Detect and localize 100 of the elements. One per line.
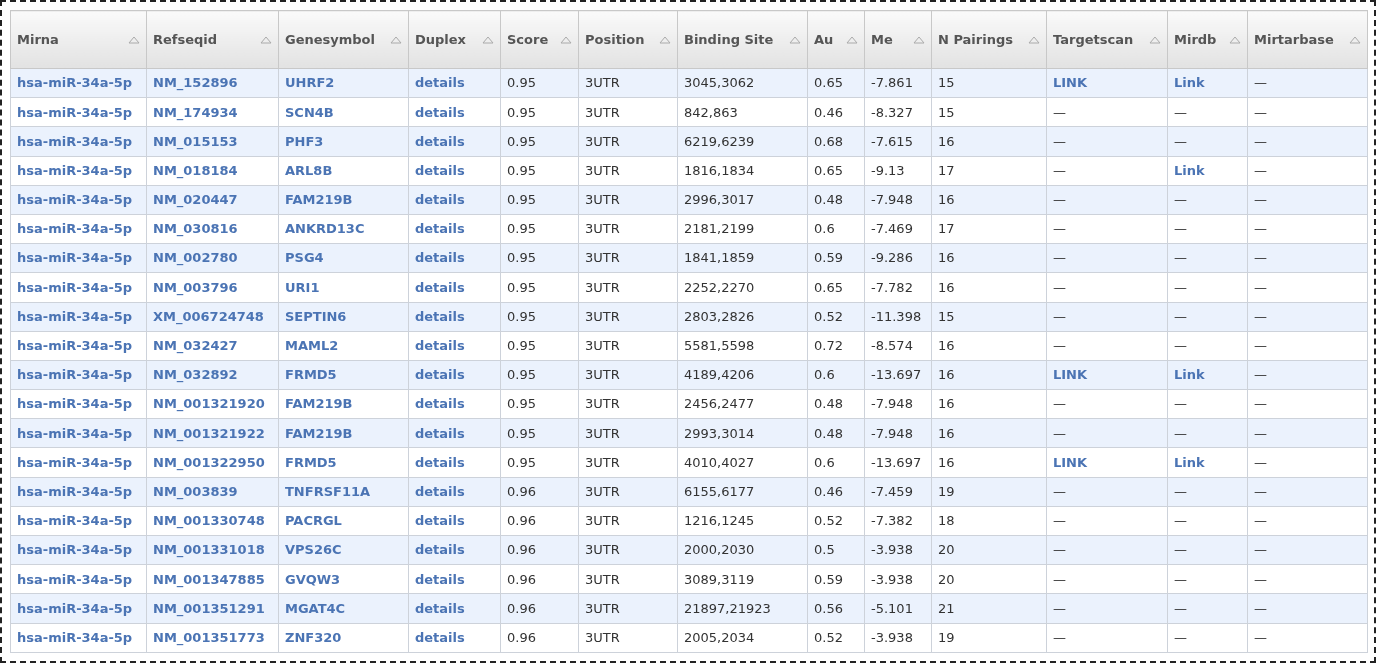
table-cell: 2803,2826 bbox=[684, 308, 755, 324]
table-cell: 20 bbox=[938, 571, 955, 587]
sort-icon[interactable] bbox=[846, 35, 858, 44]
column-header[interactable]: Duplex bbox=[415, 29, 466, 50]
table-cell: 0.6 bbox=[814, 367, 835, 383]
table-cell: 0.48 bbox=[814, 396, 843, 412]
table-cell: — bbox=[1174, 483, 1187, 499]
table-cell: 0.96 bbox=[507, 542, 536, 558]
table-cell: — bbox=[1254, 629, 1267, 645]
column-header[interactable]: Au bbox=[814, 29, 834, 50]
table-link[interactable]: URI1 bbox=[285, 279, 320, 295]
table-cell: — bbox=[1053, 513, 1066, 529]
table-cell: 0.95 bbox=[507, 250, 536, 266]
table-cell: 0.95 bbox=[507, 396, 536, 412]
table-cell: 3UTR bbox=[585, 308, 620, 324]
table-cell: 0.96 bbox=[507, 483, 536, 499]
table-cell: — bbox=[1254, 308, 1267, 324]
table-cell: 3UTR bbox=[585, 396, 620, 412]
table-cell: — bbox=[1053, 542, 1066, 558]
table-link[interactable]: PHF3 bbox=[285, 133, 324, 149]
table-cell: -8.574 bbox=[871, 338, 913, 354]
table-cell: 5581,5598 bbox=[684, 338, 755, 354]
sort-icon[interactable] bbox=[659, 35, 671, 44]
column-header[interactable]: Mirna bbox=[17, 29, 59, 50]
table-cell: 0.5 bbox=[814, 542, 835, 558]
table-cell: -7.948 bbox=[871, 396, 913, 412]
table-cell: 2181,2199 bbox=[684, 221, 755, 237]
table-link[interactable]: ARL8B bbox=[285, 162, 333, 178]
table-cell: — bbox=[1053, 571, 1066, 587]
table-cell: 0.95 bbox=[507, 133, 536, 149]
sort-icon[interactable] bbox=[1149, 35, 1161, 44]
table-cell: -7.861 bbox=[871, 75, 913, 91]
table-cell: — bbox=[1174, 192, 1187, 208]
sort-icon[interactable] bbox=[1229, 35, 1241, 44]
table-cell: — bbox=[1053, 221, 1066, 237]
sort-icon[interactable] bbox=[1349, 35, 1361, 44]
table-cell: 16 bbox=[938, 367, 955, 383]
table-cell: — bbox=[1053, 104, 1066, 120]
table-cell: 0.95 bbox=[507, 279, 536, 295]
table-cell: -7.948 bbox=[871, 425, 913, 441]
sort-icon[interactable] bbox=[789, 35, 801, 44]
table-cell: 842,863 bbox=[684, 104, 738, 120]
table-cell: — bbox=[1174, 279, 1187, 295]
column-header[interactable]: Score bbox=[507, 29, 549, 50]
table-cell: 0.95 bbox=[507, 308, 536, 324]
table-cell: -3.938 bbox=[871, 571, 913, 587]
column-header[interactable]: Mirdb bbox=[1174, 29, 1217, 50]
sort-icon[interactable] bbox=[1028, 35, 1040, 44]
table-cell: 0.95 bbox=[507, 221, 536, 237]
column-header[interactable]: Refseqid bbox=[153, 29, 218, 50]
table-cell: 3UTR bbox=[585, 221, 620, 237]
table-cell: 0.96 bbox=[507, 600, 536, 616]
table-cell: — bbox=[1254, 133, 1267, 149]
table-cell: — bbox=[1174, 600, 1187, 616]
table-cell: — bbox=[1174, 513, 1187, 529]
table-cell: 18 bbox=[938, 513, 955, 529]
table-cell: 15 bbox=[938, 308, 955, 324]
table-cell: — bbox=[1254, 483, 1267, 499]
sort-icon[interactable] bbox=[260, 35, 272, 44]
table-cell: — bbox=[1254, 396, 1267, 412]
table-cell: 3UTR bbox=[585, 250, 620, 266]
table-cell: 3UTR bbox=[585, 542, 620, 558]
table-cell: — bbox=[1254, 250, 1267, 266]
table-cell: 16 bbox=[938, 454, 955, 470]
table-cell: 0.65 bbox=[814, 279, 843, 295]
table-link[interactable]: LINK bbox=[1053, 367, 1088, 383]
table-cell: 3UTR bbox=[585, 104, 620, 120]
table-cell: — bbox=[1053, 396, 1066, 412]
table-cell: 3UTR bbox=[585, 571, 620, 587]
table-cell: 15 bbox=[938, 104, 955, 120]
column-header[interactable]: Me bbox=[871, 29, 893, 50]
table-cell: — bbox=[1174, 104, 1187, 120]
table-cell: -13.697 bbox=[871, 454, 922, 470]
table-cell: 16 bbox=[938, 425, 955, 441]
table-cell: — bbox=[1174, 629, 1187, 645]
table-cell: — bbox=[1254, 162, 1267, 178]
table-cell: — bbox=[1053, 308, 1066, 324]
sort-icon[interactable] bbox=[913, 35, 925, 44]
table-cell: 4010,4027 bbox=[684, 454, 755, 470]
table-cell: -7.459 bbox=[871, 483, 913, 499]
table-cell: 1841,1859 bbox=[684, 250, 755, 266]
table-cell: 16 bbox=[938, 396, 955, 412]
sort-icon[interactable] bbox=[482, 35, 494, 44]
table-cell: -7.469 bbox=[871, 221, 913, 237]
table-link[interactable]: LINK bbox=[1053, 75, 1088, 91]
table-link[interactable]: LINK bbox=[1053, 454, 1088, 470]
table-link[interactable]: SCN4B bbox=[285, 104, 334, 120]
sort-icon[interactable] bbox=[390, 35, 402, 44]
table-cell: 0.96 bbox=[507, 513, 536, 529]
table-cell: 3UTR bbox=[585, 279, 620, 295]
table-cell: — bbox=[1174, 221, 1187, 237]
table-cell: 0.95 bbox=[507, 75, 536, 91]
table-cell: 0.6 bbox=[814, 454, 835, 470]
table-cell: 0.52 bbox=[814, 629, 843, 645]
table-cell: 0.95 bbox=[507, 104, 536, 120]
sort-icon[interactable] bbox=[560, 35, 572, 44]
table-cell: — bbox=[1254, 221, 1267, 237]
table-link[interactable]: Link bbox=[1174, 454, 1205, 470]
table-link[interactable]: PSG4 bbox=[285, 250, 324, 266]
sort-icon[interactable] bbox=[128, 35, 140, 44]
